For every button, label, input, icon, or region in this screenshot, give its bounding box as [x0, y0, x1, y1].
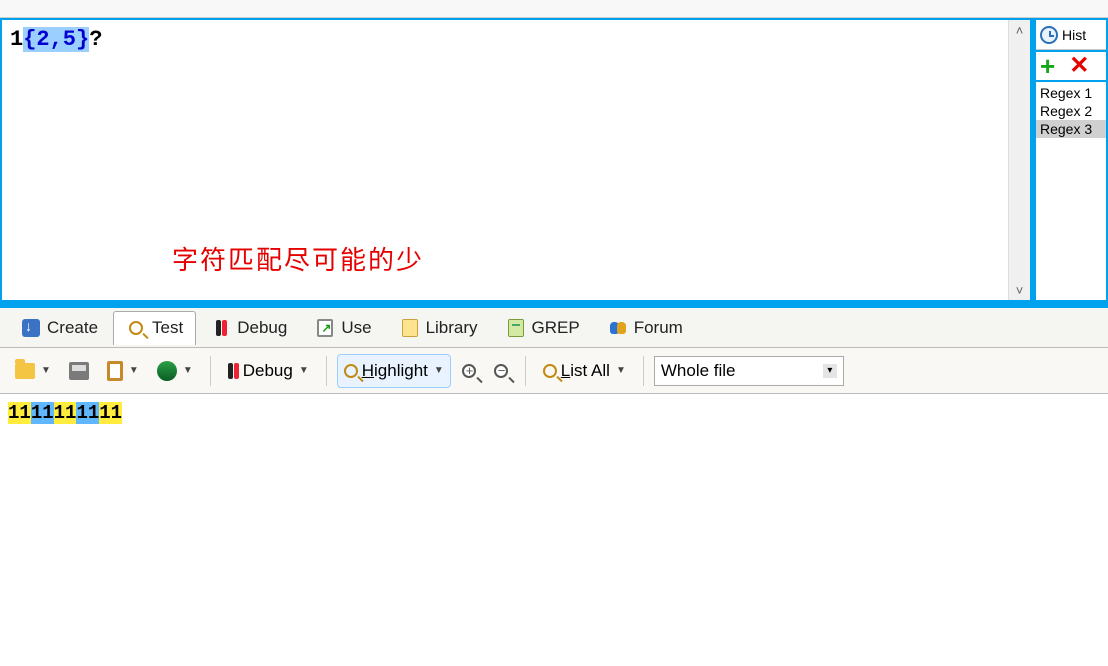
disk-icon: [69, 362, 89, 380]
tab-grep[interactable]: GREP: [493, 311, 593, 345]
tab-label: Test: [152, 318, 183, 338]
history-pane: Hist + ✕ Regex 1 Regex 2 Regex 3: [1034, 18, 1108, 302]
debug-label: Debug: [243, 361, 293, 381]
tab-label: Use: [341, 318, 371, 338]
search-icon: [126, 318, 146, 338]
zoom-in-button[interactable]: [455, 354, 483, 388]
lower-panel: Create Test Debug Use Library GREP: [0, 306, 1108, 666]
tab-use[interactable]: Use: [302, 311, 384, 345]
tab-label: GREP: [532, 318, 580, 338]
history-item[interactable]: Regex 2: [1036, 102, 1106, 120]
clock-icon: [1040, 26, 1058, 44]
regex-literal: 1: [10, 27, 23, 52]
history-item[interactable]: Regex 1: [1036, 84, 1106, 102]
regex-line-1[interactable]: 1{2,5}?: [10, 26, 1000, 54]
add-icon[interactable]: +: [1040, 57, 1055, 75]
paste-button[interactable]: ▼: [100, 354, 146, 388]
history-item[interactable]: Regex 3: [1036, 120, 1106, 138]
zoom-out-button[interactable]: [487, 354, 515, 388]
separator: [525, 356, 526, 386]
library-icon: [400, 318, 420, 338]
history-list: Regex 1 Regex 2 Regex 3: [1036, 82, 1106, 300]
regex-quantifier: {2,5}: [23, 27, 89, 52]
regex-lazy-modifier: ?: [89, 27, 102, 52]
separator: [210, 356, 211, 386]
regex-editor-pane: 1{2,5}? 字符匹配尽可能的少 ˄ ˅: [0, 18, 1034, 302]
save-button[interactable]: [62, 354, 96, 388]
chevron-down-icon: ▼: [299, 365, 309, 376]
grep-icon: [506, 318, 526, 338]
chevron-down-icon: ▼: [434, 365, 444, 376]
chevron-down-icon: ▼: [616, 365, 626, 376]
annotation-text: 字符匹配尽可能的少: [172, 240, 424, 277]
globe-icon: [157, 361, 177, 381]
top-toolbar-strip: [0, 0, 1108, 18]
tabs-row: Create Test Debug Use Library GREP: [0, 308, 1108, 348]
web-button[interactable]: ▼: [150, 354, 200, 388]
separator: [643, 356, 644, 386]
toolbar-row: ▼ ▼ ▼ Debug ▼ Highlight: [0, 348, 1108, 394]
upper-split: 1{2,5}? 字符匹配尽可能的少 ˄ ˅ Hist + ✕ Regex 1 R…: [0, 18, 1108, 306]
tab-create[interactable]: Create: [8, 311, 111, 345]
tab-debug[interactable]: Debug: [198, 311, 300, 345]
separator: [326, 356, 327, 386]
delete-icon[interactable]: ✕: [1069, 57, 1089, 75]
open-button[interactable]: ▼: [8, 354, 58, 388]
chevron-down-icon: ▾: [823, 364, 837, 378]
scroll-up-icon[interactable]: ˄: [1010, 20, 1030, 40]
tab-label: Create: [47, 318, 98, 338]
create-icon: [21, 318, 41, 338]
use-icon: [315, 318, 335, 338]
list-all-label: List All: [561, 361, 610, 381]
bug-icon: [211, 318, 231, 338]
chevron-down-icon: ▼: [183, 365, 193, 376]
zoom-out-icon: [494, 364, 508, 378]
highlight-label: Highlight: [362, 361, 428, 381]
search-icon: [344, 364, 358, 378]
scope-value: Whole file: [661, 361, 736, 381]
zoom-in-icon: [462, 364, 476, 378]
tab-test[interactable]: Test: [113, 311, 196, 345]
list-all-dropdown[interactable]: List All ▼: [536, 354, 633, 388]
history-header: Hist: [1036, 20, 1106, 50]
tab-label: Forum: [634, 318, 683, 338]
regex-editor[interactable]: 1{2,5}? 字符匹配尽可能的少: [2, 20, 1008, 300]
history-header-label: Hist: [1062, 27, 1086, 43]
history-toolbar: + ✕: [1036, 50, 1106, 82]
tab-forum[interactable]: Forum: [595, 311, 696, 345]
debug-dropdown[interactable]: Debug ▼: [221, 354, 316, 388]
test-result-area[interactable]: 1111111111: [0, 394, 1108, 666]
forum-icon: [608, 318, 628, 338]
clipboard-icon: [107, 361, 123, 381]
regex-scrollbar[interactable]: ˄ ˅: [1008, 20, 1030, 300]
tab-library[interactable]: Library: [387, 311, 491, 345]
tab-label: Debug: [237, 318, 287, 338]
scroll-down-icon[interactable]: ˅: [1010, 280, 1030, 300]
search-icon: [543, 364, 557, 378]
chevron-down-icon: ▼: [41, 365, 51, 376]
folder-icon: [15, 363, 35, 379]
chevron-down-icon: ▼: [129, 365, 139, 376]
highlight-dropdown[interactable]: Highlight ▼: [337, 354, 451, 388]
result-matches: 1111111111: [8, 402, 122, 424]
tab-label: Library: [426, 318, 478, 338]
scope-combobox[interactable]: Whole file ▾: [654, 356, 844, 386]
bug-icon: [228, 363, 239, 379]
